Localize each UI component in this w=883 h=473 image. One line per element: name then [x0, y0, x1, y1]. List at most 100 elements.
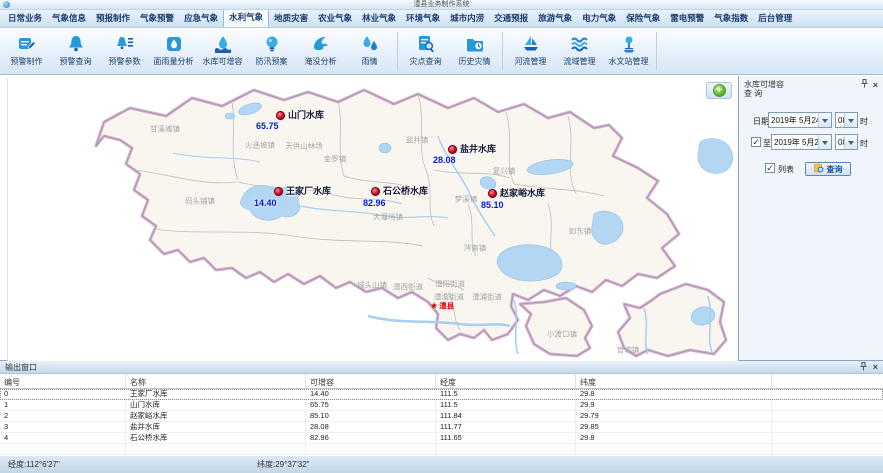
warning-params-icon — [114, 33, 135, 54]
toolbar-button-hydrostation-manage[interactable]: 水文站管理 — [604, 29, 653, 73]
toolbar-button-inundation[interactable]: 淹没分析 — [296, 29, 345, 73]
date-select[interactable]: 2019年 5月24日 — [768, 112, 832, 128]
pin-icon[interactable] — [860, 362, 867, 373]
town-label: 盐井镇 — [406, 135, 429, 146]
table-cell: 29.8 — [576, 433, 772, 443]
table-cell: 65.75 — [306, 400, 436, 410]
pin-icon[interactable] — [861, 79, 868, 90]
menu-tab-1[interactable]: 日常业务 — [3, 10, 47, 27]
to-checkbox[interactable] — [751, 137, 761, 147]
menu-tab-14[interactable]: 电力气象 — [577, 10, 621, 27]
chevron-down-icon[interactable] — [818, 113, 831, 127]
reservoir-marker-icon[interactable] — [488, 189, 497, 198]
toolbar-button-disaster-history[interactable]: 历史灾情 — [450, 29, 499, 73]
table-cell — [306, 444, 436, 454]
warning-edit-icon — [16, 33, 37, 54]
to-date-select-value: 2019年 5月25日 — [772, 137, 818, 148]
to-date-select[interactable]: 2019年 5月25日 — [771, 134, 832, 150]
menu-tab-6[interactable]: 水利气象 — [223, 8, 269, 27]
map-canvas[interactable]: 甘溪滩镇火连坡镇天供山林场金罗镇盐井镇码头铺镇复兴镇梦溪镇大堰垱镇涔南镇如东镇城… — [7, 78, 738, 361]
town-label: 澧浦街道 — [472, 292, 502, 303]
reservoir-marker-icon[interactable] — [448, 145, 457, 154]
toolbar-button-label: 预警参数 — [109, 56, 141, 67]
toolbar-button-flood-plan[interactable]: 防汛预案 — [247, 29, 296, 73]
menu-tab-18[interactable]: 后台管理 — [753, 10, 797, 27]
table-cell: 29.85 — [576, 422, 772, 432]
table-cell — [0, 444, 126, 454]
town-label: 码头铺镇 — [185, 196, 215, 207]
menu-tab-7[interactable]: 地质灾害 — [269, 10, 313, 27]
column-header-5[interactable]: 纬度 — [576, 374, 772, 388]
reservoir-capacity-icon — [212, 33, 233, 54]
reservoir-capacity-value: 82.96 — [363, 198, 386, 208]
table-cell: 山门水库 — [126, 400, 306, 410]
chevron-down-icon[interactable] — [818, 135, 831, 149]
reservoir-marker-icon[interactable] — [274, 187, 283, 196]
longitude-readout: 经度:112°6'27" — [8, 459, 257, 470]
toolbar-button-basin-manage[interactable]: 流域管理 — [555, 29, 604, 73]
town-label: 大堰垱镇 — [373, 212, 403, 223]
close-icon[interactable]: × — [873, 363, 878, 371]
column-header-2[interactable]: 名称 — [126, 374, 306, 388]
close-icon[interactable]: × — [873, 81, 878, 89]
toolbar: 预警制作预警查询预警参数面雨量分析水库可增容防汛预案淹没分析雨情灾点查询历史灾情… — [0, 28, 883, 75]
toolbar-button-label: 淹没分析 — [305, 56, 337, 67]
to-hour-select-value: 08 — [836, 138, 844, 147]
toolbar-button-warning-params[interactable]: 预警参数 — [100, 29, 149, 73]
toolbar-button-reservoir-capacity[interactable]: 水库可增容 — [198, 29, 247, 73]
main-content: 甘溪滩镇火连坡镇天供山林场金罗镇盐井镇码头铺镇复兴镇梦溪镇大堰垱镇涔南镇如东镇城… — [0, 75, 883, 360]
table-cell: 14.40 — [306, 389, 436, 399]
column-header-1[interactable]: 编号 — [0, 374, 126, 388]
table-cell: 石公桥水库 — [126, 433, 306, 443]
menu-tab-13[interactable]: 旅游气象 — [533, 10, 577, 27]
menu-tab-10[interactable]: 环境气象 — [401, 10, 445, 27]
to-hour-select[interactable]: 08 — [835, 134, 858, 150]
table-row[interactable]: 0王家厂水库14.40111.529.8 — [0, 389, 883, 400]
menu-tab-4[interactable]: 气象预警 — [135, 10, 179, 27]
town-label: 澧阳街道 — [435, 279, 465, 290]
table-cell: 82.96 — [306, 433, 436, 443]
table-row[interactable]: 1山门水库65.75111.529.9 — [0, 400, 883, 411]
query-button-icon — [814, 163, 824, 175]
hour-select[interactable]: 08 — [835, 112, 858, 128]
output-table-body: 0王家厂水库14.40111.529.81山门水库65.75111.529.92… — [0, 389, 883, 455]
county-seat-marker: ★澧县 — [430, 301, 454, 312]
menu-tab-3[interactable]: 预报制作 — [91, 10, 135, 27]
reservoir-marker-icon[interactable] — [276, 111, 285, 120]
table-cell: 85.10 — [306, 411, 436, 421]
column-header-4[interactable]: 经度 — [436, 374, 576, 388]
toolbar-button-warning-search[interactable]: 预警查询 — [51, 29, 100, 73]
town-label: 涔南镇 — [464, 243, 487, 254]
table-row[interactable]: 2赵家峪水库85.10111.8429.79 — [0, 411, 883, 422]
toolbar-button-label: 预警制作 — [11, 56, 43, 67]
toolbar-button-warning-edit[interactable]: 预警制作 — [2, 29, 51, 73]
chevron-down-icon[interactable] — [844, 135, 857, 149]
window-title: 澧县业务制作系统 — [0, 0, 883, 10]
query-button[interactable]: 查询 — [805, 162, 851, 176]
chevron-down-icon[interactable] — [844, 113, 857, 127]
table-row[interactable]: 3盐井水库28.08111.7729.85 — [0, 422, 883, 433]
reservoir-capacity-value: 85.10 — [481, 200, 504, 210]
menu-tab-15[interactable]: 保险气象 — [621, 10, 665, 27]
table-row[interactable]: 4石公桥水库82.96111.6529.8 — [0, 433, 883, 444]
menu-tab-11[interactable]: 城市内涝 — [445, 10, 489, 27]
menu-tab-2[interactable]: 气象信息 — [47, 10, 91, 27]
menu-tab-12[interactable]: 交通预报 — [489, 10, 533, 27]
list-checkbox[interactable] — [765, 163, 775, 173]
reservoir-marker-icon[interactable] — [371, 187, 380, 196]
app-window: 澧县业务制作系统 日常业务气象信息预报制作气象预警应急气象水利气象地质灾害农业气… — [0, 0, 883, 473]
latitude-readout: 纬度:29°37'32" — [257, 459, 309, 470]
disaster-history-icon — [464, 33, 485, 54]
toolbar-button-rain-info[interactable]: 雨情 — [345, 29, 394, 73]
column-header-3[interactable]: 可增容 — [306, 374, 436, 388]
menu-tab-16[interactable]: 雷电预警 — [665, 10, 709, 27]
toolbar-button-river-manage[interactable]: 河流管理 — [506, 29, 555, 73]
menu-tab-5[interactable]: 应急气象 — [179, 10, 223, 27]
menu-tab-17[interactable]: 气象指数 — [709, 10, 753, 27]
map-add-button[interactable]: + — [706, 82, 732, 99]
menu-tab-8[interactable]: 农业气象 — [313, 10, 357, 27]
menu-tab-9[interactable]: 林业气象 — [357, 10, 401, 27]
toolbar-button-disaster-search[interactable]: 灾点查询 — [401, 29, 450, 73]
table-cell — [436, 444, 576, 454]
toolbar-button-area-rainfall[interactable]: 面雨量分析 — [149, 29, 198, 73]
